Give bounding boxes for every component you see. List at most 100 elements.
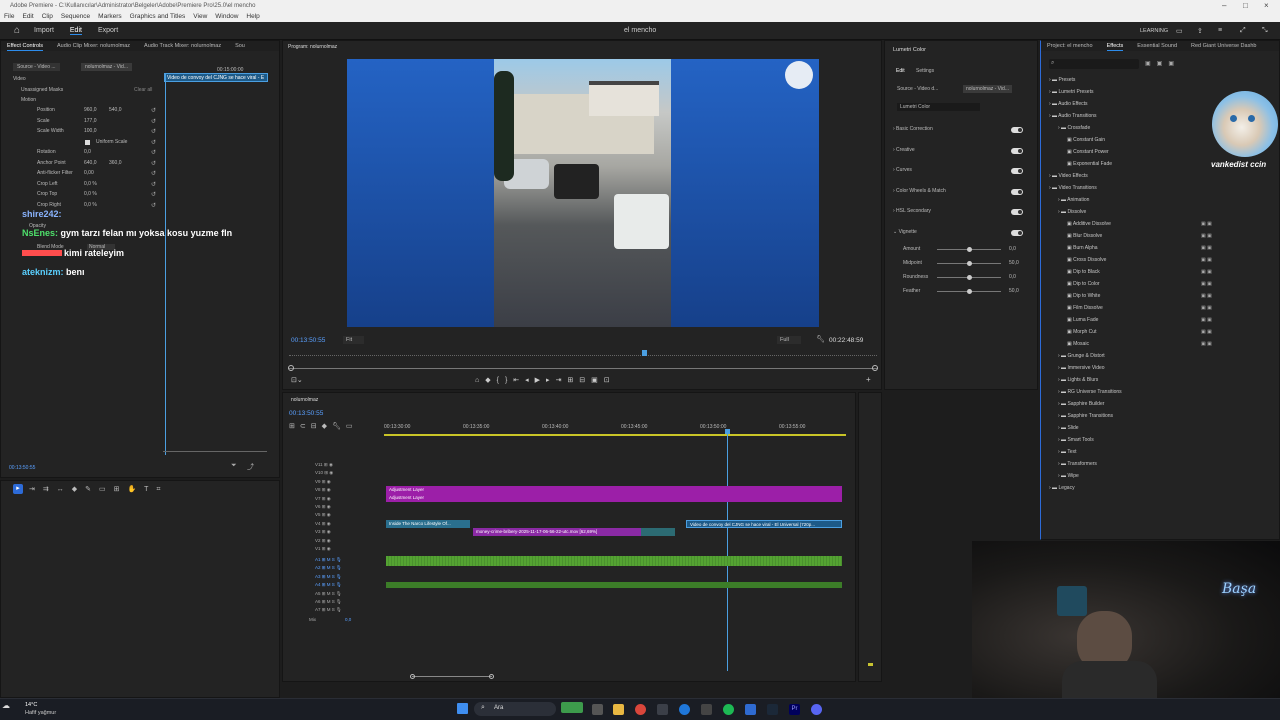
effect-rg-universe-transitions[interactable]: › ▬ RG Universe Transitions — [1058, 389, 1122, 395]
effect-cross-dissolve[interactable]: ▣ Cross Dissolve — [1067, 257, 1106, 263]
home-icon[interactable]: ⌂ — [14, 25, 20, 36]
effect-video-effects[interactable]: › ▬ Video Effects — [1049, 173, 1088, 179]
effect-burn-alpha[interactable]: ▣ Burn Alpha — [1067, 245, 1098, 251]
property-8-label[interactable]: Crop Top — [37, 191, 57, 197]
add-button-icon[interactable]: + — [866, 375, 871, 384]
edge-icon[interactable] — [679, 704, 690, 715]
property-9-value-1[interactable]: 0,0 % — [84, 202, 97, 208]
effect-filter-icons[interactable]: ▣▣▣ — [1145, 60, 1180, 67]
property-4-value-1[interactable]: 0,0 — [84, 149, 91, 155]
transport-controls[interactable]: ⌂◆{}⇤◂▶▸⇥⊞⊟▣⊡ — [475, 376, 616, 384]
share-icon[interactable]: ⇪ — [1197, 27, 1203, 35]
chrome-icon[interactable] — [635, 704, 646, 715]
lumetri-toggle-5[interactable] — [1011, 229, 1023, 236]
filter-icon[interactable]: ⏷ — [231, 462, 237, 470]
transition-clip[interactable] — [641, 528, 675, 536]
property-5-value-1[interactable]: 640,0 — [84, 160, 97, 166]
effect-transformers[interactable]: › ▬ Transformers — [1058, 461, 1097, 467]
lumetri-section-1[interactable]: › Creative — [893, 147, 915, 153]
property-6-label[interactable]: Anti-flicker Filter — [37, 170, 73, 176]
effects-tab-2[interactable]: Essential Sound — [1137, 41, 1177, 51]
effect-constant-gain[interactable]: ▣ Constant Gain — [1067, 137, 1105, 143]
sequence-dropdown[interactable]: nolurnolmaz - Vid... — [81, 63, 132, 71]
effects-tab-0[interactable]: Project: el mencho — [1047, 41, 1093, 51]
effect-video-transitions[interactable]: › ▬ Video Transitions — [1049, 185, 1097, 191]
reset-icon[interactable]: ↺ — [151, 202, 156, 209]
fit-select[interactable]: Fit — [343, 336, 365, 344]
fullscreen-icon[interactable]: ⤢ — [1240, 27, 1246, 35]
adjustment-layer-clip-2[interactable]: Adjustment Layer — [386, 494, 842, 502]
mix-value[interactable]: 0,0 — [345, 617, 351, 622]
menu-item-sequence[interactable]: Sequence — [61, 12, 90, 22]
effect-film-dissolve[interactable]: ▣ Film Dissolve — [1067, 305, 1103, 311]
lumetri-toggle-2[interactable] — [1011, 168, 1023, 174]
app-icon-3[interactable] — [745, 704, 756, 715]
track-header-a2[interactable]: A2 ⊞ M S 🎙︎ — [315, 565, 342, 571]
property-7-value-1[interactable]: 0,0 % — [84, 181, 97, 187]
mini-playhead[interactable] — [165, 73, 166, 455]
vignette-0-value[interactable]: 0,0 — [1009, 246, 1016, 252]
vignette-3-knob[interactable] — [967, 289, 972, 294]
weather-temp[interactable]: 14°C — [25, 702, 37, 708]
property-5-label[interactable]: Anchor Point — [37, 160, 66, 166]
program-ruler[interactable] — [289, 352, 877, 356]
selection-tool-icon[interactable]: ▸ — [13, 484, 23, 494]
taskbar-search[interactable]: ⌕ Ara — [474, 702, 556, 716]
audio-clip-a4[interactable] — [386, 582, 842, 588]
lumetri-edit-tab[interactable]: Edit — [896, 68, 905, 74]
property-7-label[interactable]: Crop Left — [37, 181, 58, 187]
audio-clip-a1[interactable] — [386, 556, 842, 566]
lumetri-seq-select[interactable]: nolurnolmaz - Vid... — [963, 85, 1012, 93]
effect-sapphire-transitions[interactable]: › ▬ Sapphire Transitions — [1058, 413, 1113, 419]
property-9-label[interactable]: Crop Right — [37, 202, 61, 208]
premiere-icon[interactable]: Pr — [789, 704, 800, 715]
timeline-zoom-bar[interactable] — [412, 676, 492, 677]
track-header-v11[interactable]: V11 ⊞ ◉ — [315, 462, 333, 468]
program-playhead[interactable] — [642, 350, 647, 356]
program-zoom-bar[interactable] — [289, 368, 877, 369]
effect-grunge-distort[interactable]: › ▬ Grunge & Distort — [1058, 353, 1105, 359]
track-header-a3[interactable]: A3 ⊞ M S 🎙︎ — [315, 574, 342, 580]
task-view-icon[interactable] — [592, 704, 603, 715]
vignette-2-slider[interactable] — [937, 275, 1001, 280]
effect-blur-dissolve[interactable]: ▣ Blur Dissolve — [1067, 233, 1102, 239]
minimize-icon[interactable]: – — [1222, 0, 1226, 12]
reset-icon[interactable]: ↺ — [151, 160, 156, 167]
effects-tab-3[interactable]: Red Giant Universe Dashb — [1191, 41, 1256, 51]
motion-label[interactable]: Motion — [21, 97, 36, 103]
effects-tab-1[interactable]: Effects — [1106, 41, 1124, 51]
menu-item-window[interactable]: Window — [215, 12, 238, 22]
sequence-tab[interactable]: nolurnolmaz — [291, 397, 318, 403]
zoom-handle-left[interactable] — [288, 365, 294, 371]
property-1-value-1[interactable]: 177,0 — [84, 118, 97, 124]
adjustment-layer-clip-1[interactable]: Adjustment Layer — [386, 486, 842, 494]
expand-icon[interactable]: ⤡ — [1262, 27, 1268, 35]
left-tab-2[interactable]: Audio Track Mixer: nolurnolmaz — [144, 41, 221, 51]
cjng-video-clip[interactable]: Video de convoy del CJNG se hace viral -… — [686, 520, 842, 528]
property-0-value-2[interactable]: 540,0 — [109, 107, 122, 113]
track-header-v8[interactable]: V8 ⊞ ◉ — [315, 487, 331, 493]
timeline-timecode[interactable]: 00:13:50:55 — [289, 410, 323, 417]
effect-legacy[interactable]: › ▬ Legacy — [1049, 485, 1075, 491]
vignette-2-knob[interactable] — [967, 275, 972, 280]
reset-icon[interactable]: ↺ — [151, 191, 156, 198]
zoom-handle-right[interactable] — [872, 365, 878, 371]
timeline-playhead[interactable] — [727, 431, 728, 671]
lumetri-settings-tab[interactable]: Settings — [916, 68, 934, 74]
program-tab[interactable]: Program: nolurnolmaz — [288, 44, 337, 50]
program-video-frame[interactable] — [347, 59, 819, 327]
effect-lumetri-presets[interactable]: › ▬ Lumetri Presets — [1049, 89, 1093, 95]
uniform-scale-checkbox[interactable] — [85, 139, 90, 145]
effect-lights-blurs[interactable]: › ▬ Lights & Blurs — [1058, 377, 1098, 383]
effect-audio-transitions[interactable]: › ▬ Audio Transitions — [1049, 113, 1097, 119]
settings-icon[interactable]: ⊡⌄ — [291, 376, 303, 384]
lumetri-source-select[interactable]: Source - Video d... — [897, 86, 938, 92]
lumetri-section-2[interactable]: › Curves — [893, 167, 912, 173]
effect-crossfade[interactable]: › ▬ Crossfade — [1058, 125, 1090, 131]
track-header-a7[interactable]: A7 ⊞ M S 🎙︎ — [315, 607, 342, 613]
effect-smart-tools[interactable]: › ▬ Smart Tools — [1058, 437, 1094, 443]
effect-slide[interactable]: › ▬ Slide — [1058, 425, 1079, 431]
timeline-tool-icons[interactable]: ⊞⊂⊟◆🔧︎▭ — [289, 422, 357, 430]
effect-text[interactable]: › ▬ Text — [1058, 449, 1077, 455]
property-3-label[interactable]: Uniform Scale — [96, 139, 127, 145]
